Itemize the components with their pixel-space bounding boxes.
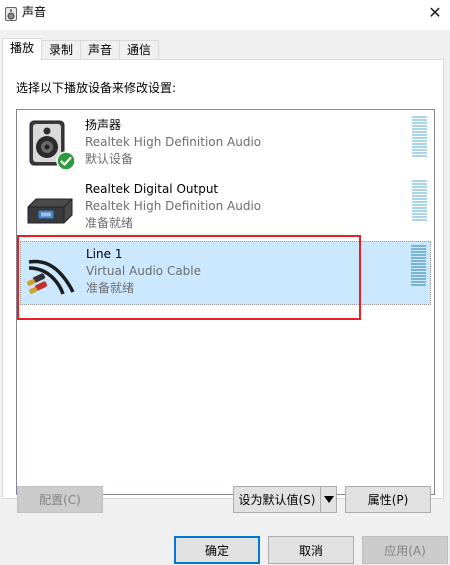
device-name: 扬声器 <box>85 118 122 132</box>
tab-communications[interactable]: 通信 <box>119 40 160 60</box>
digital-output-icon <box>27 198 73 224</box>
device-name: Realtek Digital Output <box>85 182 219 196</box>
apply-button[interactable]: 应用(A) <box>362 536 448 564</box>
chevron-down-icon <box>323 496 334 503</box>
close-icon: ✕ <box>428 2 442 22</box>
device-status: 默认设备 <box>85 152 134 166</box>
device-status: 准备就绪 <box>85 216 134 230</box>
volume-meter <box>412 180 427 222</box>
device-driver: Virtual Audio Cable <box>86 264 202 278</box>
properties-button[interactable]: 属性(P) <box>345 486 431 513</box>
instruction-text: 选择以下播放设备来修改设置: <box>16 81 177 95</box>
volume-meter <box>412 116 427 158</box>
tab-playback[interactable]: 播放 <box>2 38 43 60</box>
device-item-digital-output[interactable]: Realtek Digital Output Realtek High Defi… <box>20 177 431 241</box>
speaker-app-icon <box>5 7 17 21</box>
device-driver: Realtek High Definition Audio <box>85 135 262 149</box>
device-item-line-1[interactable]: Line 1 Virtual Audio Cable 准备就绪 <box>20 241 431 305</box>
title-bar[interactable]: 声音 ✕ <box>0 0 450 30</box>
device-name: Line 1 <box>86 247 123 261</box>
configure-button[interactable]: 配置(C) <box>17 486 103 513</box>
set-default-dropdown[interactable] <box>320 486 337 513</box>
close-button[interactable]: ✕ <box>420 0 450 24</box>
tab-recording[interactable]: 录制 <box>41 40 82 60</box>
device-list[interactable]: 扬声器 Realtek High Definition Audio 默认设备 R… <box>16 109 435 495</box>
tab-strip: 播放 录制 声音 通信 <box>2 38 160 60</box>
tab-sounds[interactable]: 声音 <box>80 40 121 60</box>
volume-meter <box>411 245 426 287</box>
playback-panel: 选择以下播放设备来修改设置: 扬声器 Realtek High Definiti <box>2 59 444 499</box>
cancel-button[interactable]: 取消 <box>268 536 354 564</box>
device-status: 准备就绪 <box>86 281 135 295</box>
ok-button[interactable]: 确定 <box>174 536 260 564</box>
set-default-button[interactable]: 设为默认值(S) <box>233 486 320 513</box>
device-item-speakers[interactable]: 扬声器 Realtek High Definition Audio 默认设备 <box>20 113 431 177</box>
audio-cable-icon <box>27 259 75 295</box>
window-title: 声音 <box>22 5 47 19</box>
default-check-icon <box>56 151 76 171</box>
device-driver: Realtek High Definition Audio <box>85 199 262 213</box>
dialog-body: 播放 录制 声音 通信 选择以下播放设备来修改设置: 扬声器 Realtek H… <box>0 30 450 565</box>
